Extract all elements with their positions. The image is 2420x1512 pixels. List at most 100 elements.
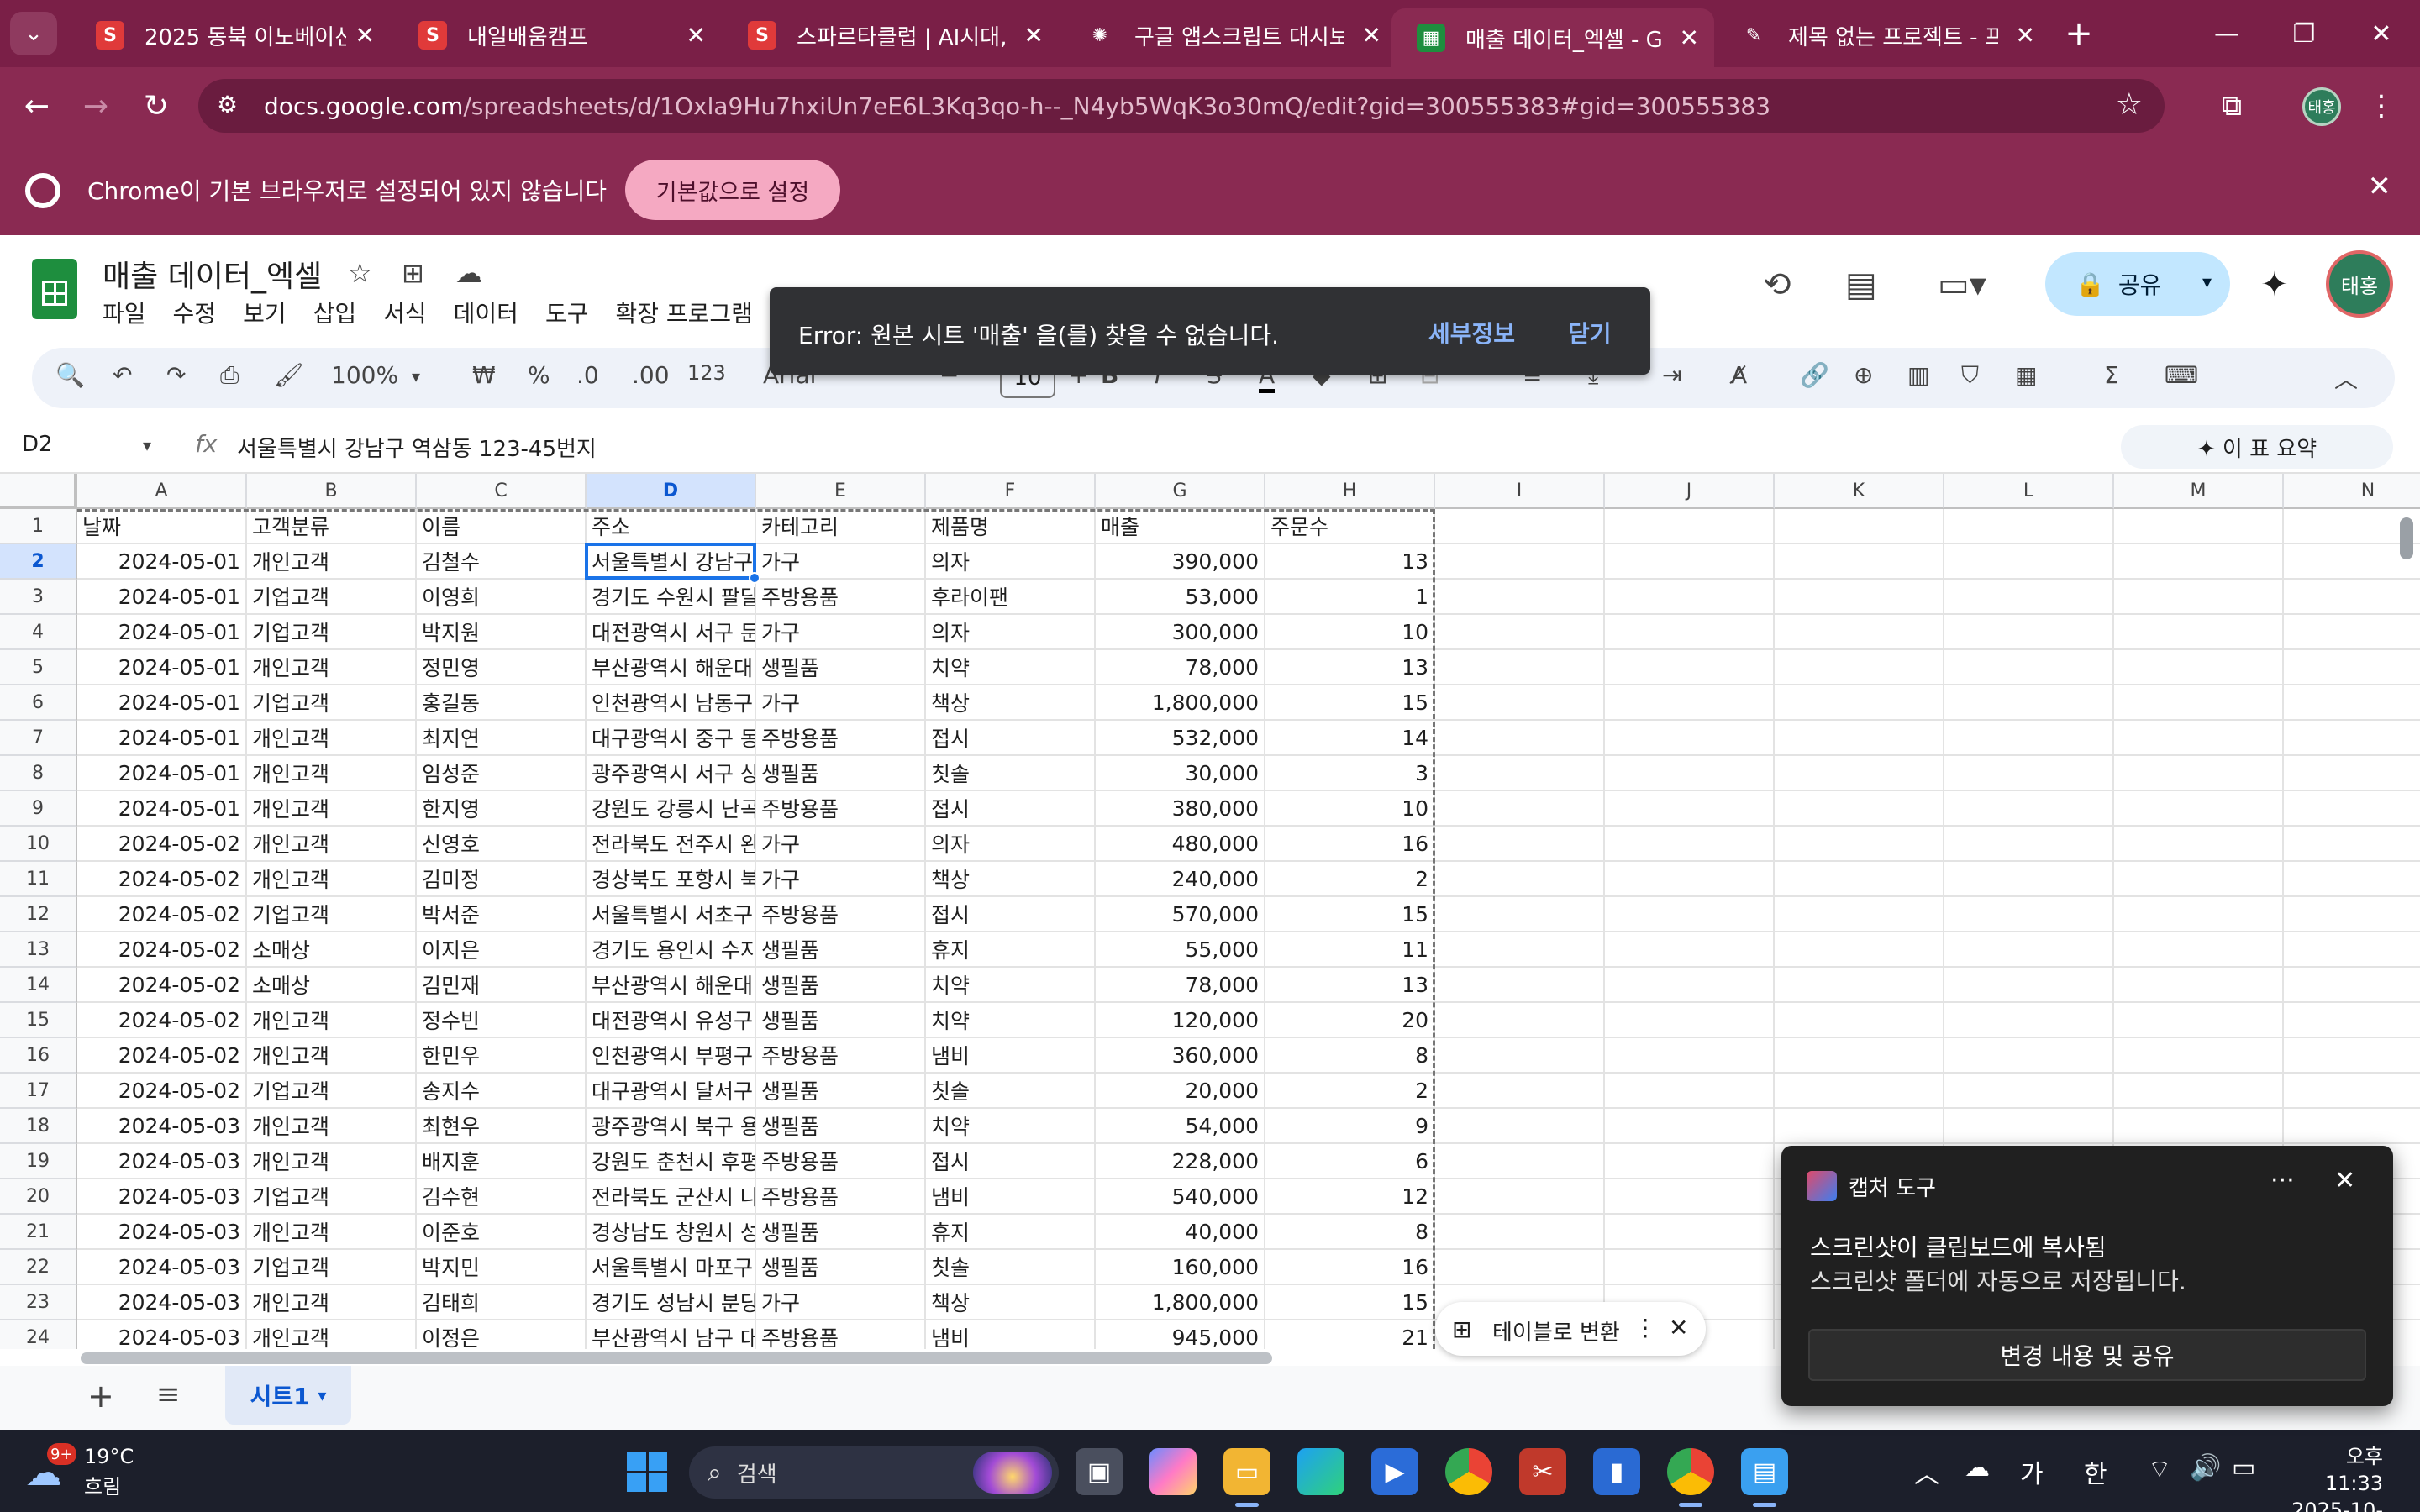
grid-cell[interactable]: [2114, 1074, 2284, 1109]
grid-cell[interactable]: 생필품: [756, 1109, 926, 1144]
grid-cell[interactable]: 송지수: [417, 1074, 587, 1109]
grid-cell[interactable]: 개인고객: [247, 1003, 417, 1038]
browser-tab-3[interactable]: S 스파르타클럽 | AI시대, ✕: [723, 10, 1059, 60]
menu-extensions[interactable]: 확장 프로그램: [615, 296, 752, 329]
currency-format-button[interactable]: ₩: [472, 361, 496, 389]
grid-cell[interactable]: [1435, 862, 1605, 897]
grid-cell[interactable]: 10: [1265, 791, 1435, 827]
row-header[interactable]: 22: [0, 1250, 77, 1285]
grid-cell[interactable]: 서울특별시 서초구: [587, 897, 756, 932]
grid-cell[interactable]: 박지원: [417, 615, 587, 650]
row-header[interactable]: 10: [0, 827, 77, 862]
grid-cell[interactable]: [2114, 827, 2284, 862]
filter-icon[interactable]: ⛉: [1961, 361, 1979, 390]
row-header[interactable]: 13: [0, 932, 77, 968]
tab-close-icon[interactable]: ✕: [1024, 22, 1044, 50]
grid-cell[interactable]: 개인고객: [247, 862, 417, 897]
grid-cell[interactable]: 12: [1265, 1179, 1435, 1215]
file-explorer-icon[interactable]: ▭: [1223, 1448, 1270, 1507]
grid-cell[interactable]: 개인고객: [247, 721, 417, 756]
grid-cell[interactable]: [1775, 862, 1944, 897]
grid-cell[interactable]: 생필품: [756, 932, 926, 968]
percent-format-button[interactable]: %: [528, 361, 550, 389]
grid-cell[interactable]: 인천광역시 부평구: [587, 1038, 756, 1074]
grid-cell[interactable]: 접시: [926, 791, 1096, 827]
ime-language-indicator[interactable]: 가: [2020, 1453, 2044, 1490]
reload-button[interactable]: ↻: [134, 84, 178, 128]
grid-cell[interactable]: 2024-05-01: [77, 544, 247, 580]
new-tab-button[interactable]: +: [2057, 12, 2101, 55]
star-icon[interactable]: ☆: [348, 257, 372, 289]
grid-cell[interactable]: 치약: [926, 968, 1096, 1003]
menu-insert[interactable]: 삽입: [313, 296, 357, 329]
grid-cell[interactable]: [1605, 580, 1775, 615]
chevron-down-icon[interactable]: ▾: [318, 1385, 326, 1405]
grid-cell[interactable]: 치약: [926, 1003, 1096, 1038]
input-tools-icon[interactable]: ⌨: [2165, 361, 2198, 389]
grid-cell[interactable]: 1: [1265, 580, 1435, 615]
task-view-icon[interactable]: ▣: [1076, 1448, 1123, 1495]
grid-cell[interactable]: 이준호: [417, 1215, 587, 1250]
grid-cell[interactable]: [1435, 544, 1605, 580]
grid-cell[interactable]: 냄비: [926, 1179, 1096, 1215]
column-header-g[interactable]: G: [1096, 474, 1265, 509]
row-header[interactable]: 2: [0, 544, 77, 580]
fill-handle[interactable]: [749, 572, 760, 584]
grid-cell[interactable]: 접시: [926, 1144, 1096, 1179]
grid-cell[interactable]: [1435, 968, 1605, 1003]
grid-cell[interactable]: 160,000: [1096, 1250, 1265, 1285]
grid-cell[interactable]: 서울특별시 마포구: [587, 1250, 756, 1285]
grid-cell[interactable]: 기업고객: [247, 897, 417, 932]
grid-cell[interactable]: [1775, 756, 1944, 791]
grid-cell[interactable]: 55,000: [1096, 932, 1265, 968]
ime-mode-indicator[interactable]: 한: [2084, 1453, 2107, 1490]
grid-cell[interactable]: 2024-05-01: [77, 580, 247, 615]
tab-close-icon[interactable]: ✕: [1362, 22, 1381, 50]
minimize-window-button[interactable]: —: [2193, 12, 2260, 55]
grid-cell[interactable]: 생필품: [756, 1250, 926, 1285]
grid-cell[interactable]: [1605, 650, 1775, 685]
grid-cell[interactable]: [1605, 827, 1775, 862]
grid-cell[interactable]: [2284, 1109, 2420, 1144]
grid-cell[interactable]: [1605, 721, 1775, 756]
grid-cell[interactable]: 부산광역시 해운대: [587, 968, 756, 1003]
grid-cell[interactable]: 120,000: [1096, 1003, 1265, 1038]
grid-cell[interactable]: 전라북도 전주시 완: [587, 827, 756, 862]
column-header-m[interactable]: M: [2114, 474, 2284, 509]
grid-cell[interactable]: [1435, 1003, 1605, 1038]
grid-cell[interactable]: [1605, 1038, 1775, 1074]
row-header[interactable]: 8: [0, 756, 77, 791]
grid-cell[interactable]: 2024-05-03: [77, 1144, 247, 1179]
formula-input[interactable]: 서울특별시 강남구 역삼동 123-45번지: [237, 432, 597, 463]
grid-cell[interactable]: [1435, 650, 1605, 685]
grid-cell[interactable]: 소매상: [247, 932, 417, 968]
comments-icon[interactable]: ▤: [1845, 265, 1877, 304]
grid-cell[interactable]: [1775, 791, 1944, 827]
header-cell[interactable]: 매출: [1096, 509, 1265, 544]
column-header-h[interactable]: H: [1265, 474, 1435, 509]
column-header-n[interactable]: N: [2284, 474, 2420, 509]
grid-cell[interactable]: 후라이팬: [926, 580, 1096, 615]
grid-cell[interactable]: [1775, 721, 1944, 756]
grid-cell[interactable]: 경상북도 포항시 북: [587, 862, 756, 897]
grid-cell[interactable]: 240,000: [1096, 862, 1265, 897]
grid-cell[interactable]: [1605, 615, 1775, 650]
grid-cell[interactable]: 2024-05-03: [77, 1285, 247, 1320]
grid-cell[interactable]: 신영호: [417, 827, 587, 862]
grid-cell[interactable]: [1944, 721, 2114, 756]
grid-cell[interactable]: [1775, 685, 1944, 721]
close-window-button[interactable]: ✕: [2348, 12, 2415, 55]
row-header[interactable]: 7: [0, 721, 77, 756]
grid-cell[interactable]: [2284, 580, 2420, 615]
tab-close-icon[interactable]: ✕: [355, 22, 375, 50]
grid-cell[interactable]: 한지영: [417, 791, 587, 827]
column-header-e[interactable]: E: [756, 474, 926, 509]
grid-cell[interactable]: [1775, 897, 1944, 932]
sheet-tab-active[interactable]: 시트1 ▾: [225, 1366, 351, 1425]
vertical-scrollbar[interactable]: [2400, 517, 2413, 559]
grid-cell[interactable]: 개인고객: [247, 1038, 417, 1074]
grid-cell[interactable]: 박지민: [417, 1250, 587, 1285]
grid-cell[interactable]: 13: [1265, 650, 1435, 685]
column-header-l[interactable]: L: [1944, 474, 2114, 509]
row-header[interactable]: 17: [0, 1074, 77, 1109]
